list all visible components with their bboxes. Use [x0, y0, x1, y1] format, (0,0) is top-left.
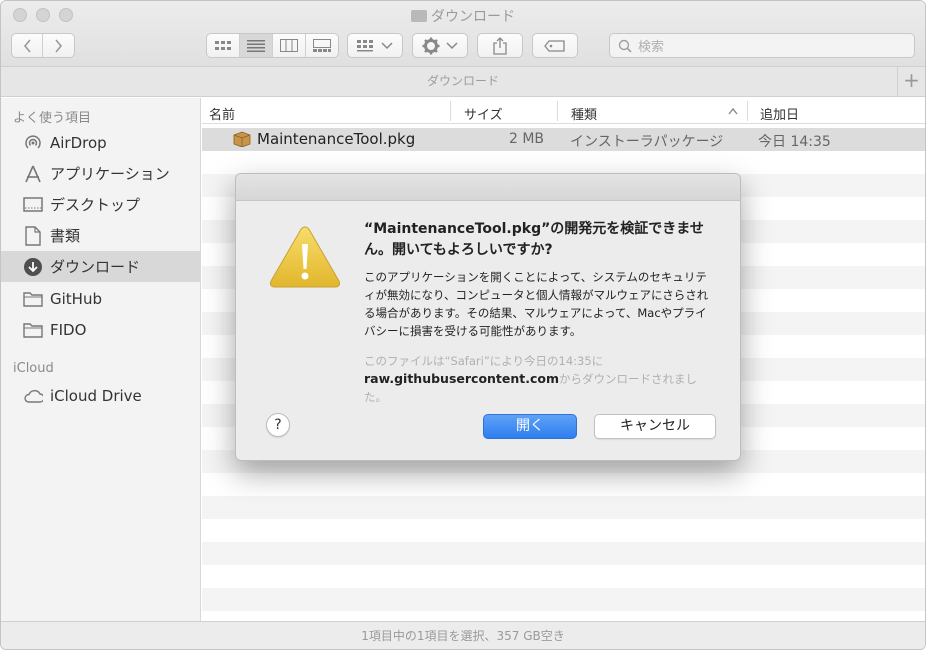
- desktop-icon: [23, 195, 43, 215]
- list-icon: [246, 39, 265, 52]
- action-menu-button[interactable]: [412, 33, 468, 58]
- sidebar-header-icloud: iCloud: [13, 361, 54, 376]
- group-button[interactable]: [347, 33, 403, 58]
- status-bar: 1項目中の1項目を選択、357 GB空き: [1, 621, 925, 649]
- chevron-down-icon: [446, 41, 458, 49]
- sidebar-item-github[interactable]: GitHub: [1, 283, 200, 314]
- folder-icon: [411, 10, 427, 22]
- cancel-button[interactable]: キャンセル: [594, 414, 716, 439]
- sidebar-item-icloud-drive[interactable]: iCloud Drive: [1, 380, 200, 411]
- sidebar-header-favorites: よく使う項目: [13, 111, 92, 126]
- documents-icon: [23, 225, 43, 246]
- folder-icon: [23, 289, 43, 309]
- gear-icon: [422, 37, 440, 54]
- sidebar-item-label: デスクトップ: [50, 196, 141, 214]
- column-name-header[interactable]: 名前: [209, 104, 235, 123]
- gallery-icon: [313, 39, 331, 52]
- navigation-buttons: [11, 33, 75, 58]
- sidebar-item-downloads[interactable]: ダウンロード: [1, 251, 200, 282]
- package-icon: [233, 131, 251, 147]
- airdrop-icon: [23, 133, 43, 153]
- sidebar-item-applications[interactable]: アプリケーション: [1, 158, 200, 189]
- file-name: MaintenanceTool.pkg: [257, 130, 416, 148]
- window-title: ダウンロード: [1, 6, 925, 26]
- column-date-added-header[interactable]: 追加日: [760, 104, 799, 123]
- file-kind: インストーラパッケージ: [570, 134, 724, 150]
- forward-button[interactable]: [43, 34, 74, 57]
- open-button[interactable]: 開く: [483, 414, 577, 439]
- grid-icon: [214, 40, 231, 50]
- list-view-button[interactable]: [239, 34, 273, 57]
- search-placeholder: 検索: [638, 40, 665, 55]
- sidebar-item-label: AirDrop: [50, 133, 107, 152]
- column-size-header[interactable]: サイズ: [464, 104, 503, 123]
- sidebar-item-fido[interactable]: FIDO: [1, 314, 200, 345]
- sidebar-item-desktop[interactable]: デスクトップ: [1, 189, 200, 220]
- help-button[interactable]: ?: [266, 413, 290, 437]
- dialog-message: このアプリケーションを開くことによって、システムのセキュリティが無効になり、コン…: [364, 270, 709, 338]
- back-button[interactable]: [12, 34, 43, 57]
- sidebar-item-label: 書類: [50, 227, 81, 245]
- sidebar-item-label: iCloud Drive: [50, 386, 142, 405]
- column-divider[interactable]: [747, 101, 748, 121]
- search-field[interactable]: 検索: [609, 33, 915, 58]
- chevron-left-icon: [23, 38, 31, 53]
- path-bar: ダウンロード +: [1, 67, 925, 97]
- share-icon: [493, 36, 507, 55]
- file-date-added: 今日 14:35: [758, 134, 831, 150]
- chevron-right-icon: [55, 38, 63, 53]
- path-title: ダウンロード: [426, 74, 499, 88]
- sidebar-item-label: FIDO: [50, 320, 87, 339]
- add-tab-button[interactable]: +: [897, 67, 925, 96]
- view-mode-control: [206, 33, 339, 58]
- sidebar-item-label: GitHub: [50, 289, 102, 308]
- dialog-source-info: このファイルは“Safari”により今日の14:35に raw.githubus…: [364, 352, 714, 406]
- file-size: 2 MB: [509, 131, 545, 147]
- empty-row: [202, 496, 925, 519]
- applications-icon: [23, 164, 43, 184]
- table-row[interactable]: MaintenanceTool.pkg 2 MB インストーラパッケージ 今日 …: [202, 128, 925, 151]
- chevron-down-icon: [381, 41, 393, 49]
- tag-icon: [544, 39, 565, 52]
- dialog-titlebar: [236, 174, 740, 201]
- share-button[interactable]: [477, 33, 523, 58]
- sort-ascending-icon: [728, 108, 738, 115]
- columns-icon: [279, 39, 298, 52]
- sidebar-item-label: ダウンロード: [50, 258, 141, 276]
- downloads-icon: [23, 257, 43, 277]
- unverified-developer-alert: “MaintenanceTool.pkg”の開発元を検証できません。開いてもよろ…: [235, 173, 741, 461]
- gallery-view-button[interactable]: [306, 34, 339, 57]
- empty-row: [202, 588, 925, 611]
- warning-icon: [269, 226, 341, 288]
- dialog-title: “MaintenanceTool.pkg”の開発元を検証できません。開いてもよろ…: [364, 221, 704, 258]
- empty-row: [202, 542, 925, 565]
- sidebar-item-label: アプリケーション: [50, 165, 170, 183]
- tags-button[interactable]: [532, 33, 578, 58]
- column-divider[interactable]: [450, 101, 451, 121]
- sidebar-item-documents[interactable]: 書類: [1, 220, 200, 251]
- finder-window: ダウンロード 検索 ダウンロード + よく使う項目 AirDrop アプリケーシ…: [0, 0, 926, 650]
- source-host: raw.githubusercontent.com: [364, 371, 560, 386]
- search-icon: [618, 39, 632, 53]
- column-kind-header[interactable]: 種類: [571, 104, 597, 123]
- toolbar: ダウンロード 検索: [1, 1, 925, 67]
- sidebar: よく使う項目 AirDrop アプリケーション デスクトップ 書類 ダウンロード…: [1, 98, 201, 621]
- cloud-icon: [23, 386, 43, 406]
- source-prefix: このファイルは“Safari”により今日の14:35に: [364, 354, 604, 368]
- sidebar-item-airdrop[interactable]: AirDrop: [1, 127, 200, 158]
- icon-view-button[interactable]: [207, 34, 240, 57]
- column-divider[interactable]: [557, 101, 558, 121]
- column-view-button[interactable]: [273, 34, 306, 57]
- column-header: 名前 サイズ 種類 追加日: [202, 98, 925, 124]
- folder-icon: [23, 320, 43, 340]
- group-grid-icon: [357, 39, 373, 51]
